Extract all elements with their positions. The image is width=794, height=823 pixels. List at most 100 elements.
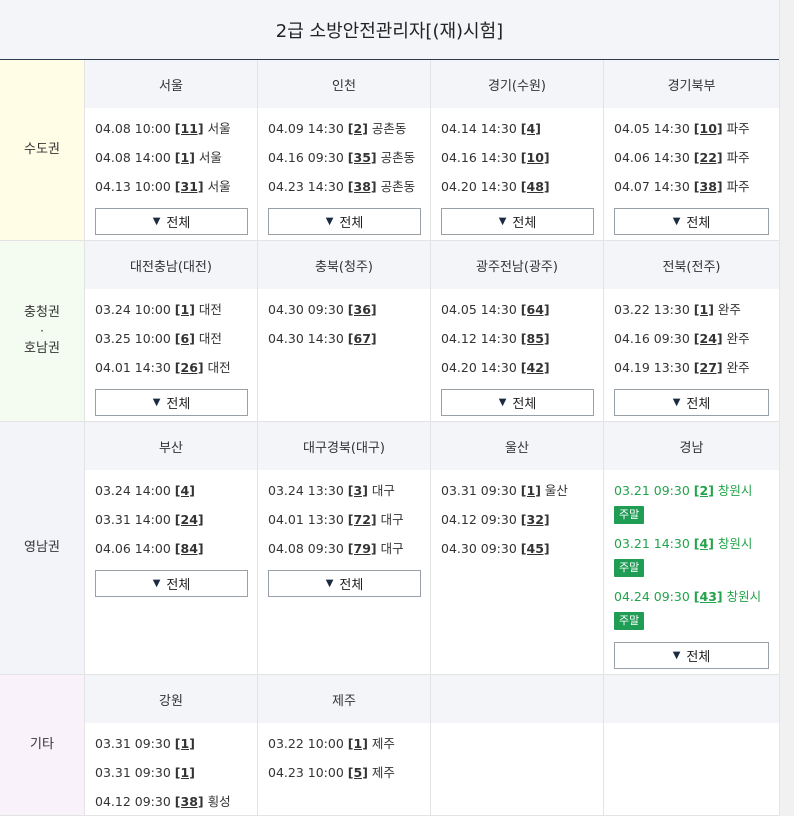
- area-title: 경남: [604, 422, 779, 470]
- exam-code-link[interactable]: [10]: [694, 121, 723, 136]
- exam-code-link[interactable]: [22]: [694, 150, 723, 165]
- exam-place: 대전: [198, 302, 222, 317]
- weekend-badge: 주말: [614, 506, 645, 524]
- region-label-text: 호남권: [24, 341, 60, 356]
- area-cell: 부산 03.24 14:00 [4] 03.31 14:00 [24] 04.06 14:…: [85, 422, 258, 674]
- exam-code-link[interactable]: [1]: [175, 765, 195, 780]
- exam-entry: 04.16 14:30 [10]: [441, 150, 593, 179]
- area-title: 광주전남(광주): [431, 241, 603, 289]
- exam-code-link[interactable]: [4]: [694, 536, 714, 551]
- area-schedule: 04.09 14:30 [2] 공촌동 04.16 09:30 [35] 공촌동 04.23…: [258, 108, 430, 235]
- exam-place: 공촌동: [380, 179, 416, 194]
- area-title: 전북(전주): [604, 241, 779, 289]
- exam-code-link[interactable]: [45]: [521, 541, 550, 556]
- exam-datetime: 04.12 14:30: [441, 331, 517, 346]
- exam-entry: 03.22 10:00 [1] 제주: [268, 736, 420, 765]
- scrollbar[interactable]: [779, 0, 794, 816]
- exam-code-link[interactable]: [10]: [521, 150, 550, 165]
- show-all-button[interactable]: ▼ 전체: [95, 389, 248, 416]
- exam-code-link[interactable]: [38]: [175, 794, 204, 809]
- exam-code-link[interactable]: [43]: [694, 589, 723, 604]
- area-schedule: 04.08 10:00 [11] 서울 04.08 14:00 [1] 서울 04.13 1…: [85, 108, 257, 235]
- exam-entry: 03.31 14:00 [24]: [95, 512, 247, 541]
- exam-code-link[interactable]: [1]: [521, 483, 541, 498]
- exam-code-link[interactable]: [2]: [348, 121, 368, 136]
- exam-code-link[interactable]: [79]: [348, 541, 377, 556]
- show-all-button[interactable]: ▼ 전체: [268, 570, 421, 597]
- area-cell: 강원 03.31 09:30 [1] 03.31 09:30 [1] 04.12 09:3…: [85, 675, 258, 815]
- exam-code-link[interactable]: [3]: [348, 483, 368, 498]
- exam-entry: 04.01 13:30 [72] 대구: [268, 512, 420, 541]
- area-title: 제주: [258, 675, 430, 723]
- exam-place: 횡성: [207, 794, 231, 809]
- region-label-text: ·: [40, 324, 44, 338]
- exam-code-link[interactable]: [1]: [175, 302, 195, 317]
- exam-entry: 04.12 09:30 [38] 횡성: [95, 794, 247, 823]
- show-all-button[interactable]: ▼ 전체: [268, 208, 421, 235]
- exam-code-link[interactable]: [48]: [521, 179, 550, 194]
- area-cell: 대전충남(대전) 03.24 10:00 [1] 대전 03.25 10:00 [6] 대전…: [85, 241, 258, 421]
- exam-code-link[interactable]: [1]: [175, 736, 195, 751]
- exam-entry: 04.06 14:00 [84]: [95, 541, 247, 570]
- exam-code-link[interactable]: [24]: [694, 331, 723, 346]
- exam-datetime: 04.23 10:00: [268, 765, 344, 780]
- show-all-button[interactable]: ▼ 전체: [614, 389, 769, 416]
- exam-entry: 04.20 14:30 [42]: [441, 360, 593, 389]
- show-all-button[interactable]: ▼ 전체: [441, 389, 594, 416]
- show-all-button[interactable]: ▼ 전체: [441, 208, 594, 235]
- show-all-button[interactable]: ▼ 전체: [614, 208, 769, 235]
- exam-place: 대구: [371, 483, 395, 498]
- show-all-label: 전체: [686, 650, 711, 665]
- exam-code-link[interactable]: [67]: [348, 331, 377, 346]
- exam-code-link[interactable]: [38]: [694, 179, 723, 194]
- exam-code-link[interactable]: [42]: [521, 360, 550, 375]
- exam-datetime: 03.31 09:30: [95, 765, 171, 780]
- exam-code-link[interactable]: [31]: [175, 179, 204, 194]
- exam-place: 서울: [198, 150, 222, 165]
- show-all-button[interactable]: ▼ 전체: [95, 208, 248, 235]
- show-all-button[interactable]: ▼ 전체: [95, 570, 248, 597]
- exam-code-link[interactable]: [35]: [348, 150, 377, 165]
- exam-code-link[interactable]: [64]: [521, 302, 550, 317]
- exam-code-link[interactable]: [4]: [521, 121, 541, 136]
- exam-code-link[interactable]: [1]: [175, 150, 195, 165]
- exam-code-link[interactable]: [85]: [521, 331, 550, 346]
- exam-entry: 04.16 09:30 [35] 공촌동: [268, 150, 420, 179]
- exam-code-link[interactable]: [84]: [175, 541, 204, 556]
- triangle-down-icon: ▼: [152, 578, 161, 589]
- triangle-down-icon: ▼: [325, 216, 334, 227]
- exam-datetime: 04.01 14:30: [95, 360, 171, 375]
- exam-entry: 04.16 09:30 [24] 완주: [614, 331, 769, 360]
- exam-entry: 04.13 10:00 [31] 서울: [95, 179, 247, 208]
- exam-code-link[interactable]: [11]: [175, 121, 204, 136]
- area-schedule: 04.30 09:30 [36] 04.30 14:30 [67]: [258, 289, 430, 360]
- exam-code-link[interactable]: [38]: [348, 179, 377, 194]
- exam-datetime: 04.16 09:30: [614, 331, 690, 346]
- triangle-down-icon: ▼: [498, 397, 507, 408]
- exam-datetime: 03.21 14:30: [614, 536, 690, 551]
- exam-code-link[interactable]: [26]: [175, 360, 204, 375]
- area-title: 울산: [431, 422, 603, 470]
- exam-code-link[interactable]: [1]: [694, 302, 714, 317]
- exam-code-link[interactable]: [32]: [521, 512, 550, 527]
- area-cell: 경남 03.21 09:30 [2] 창원시 주말 03.21 14:30 [4] 창원시 주말…: [604, 422, 779, 674]
- exam-code-link[interactable]: [4]: [175, 483, 195, 498]
- exam-place: 공촌동: [371, 121, 407, 136]
- show-all-label: 전체: [166, 578, 191, 593]
- exam-code-link[interactable]: [72]: [348, 512, 377, 527]
- exam-code-link[interactable]: [24]: [175, 512, 204, 527]
- show-all-button[interactable]: ▼ 전체: [614, 642, 769, 669]
- exam-code-link[interactable]: [2]: [694, 483, 714, 498]
- exam-code-link[interactable]: [5]: [348, 765, 368, 780]
- exam-datetime: 04.07 14:30: [614, 179, 690, 194]
- exam-code-link[interactable]: [1]: [348, 736, 368, 751]
- exam-entry: 03.21 14:30 [4] 창원시 주말: [614, 536, 769, 589]
- show-all-label: 전체: [166, 216, 191, 231]
- exam-entry: 03.25 10:00 [6] 대전: [95, 331, 247, 360]
- exam-code-link[interactable]: [6]: [175, 331, 195, 346]
- exam-code-link[interactable]: [36]: [348, 302, 377, 317]
- exam-datetime: 04.08 09:30: [268, 541, 344, 556]
- exam-code-link[interactable]: [27]: [694, 360, 723, 375]
- exam-datetime: 03.24 14:00: [95, 483, 171, 498]
- region-label: 수도권: [0, 60, 85, 240]
